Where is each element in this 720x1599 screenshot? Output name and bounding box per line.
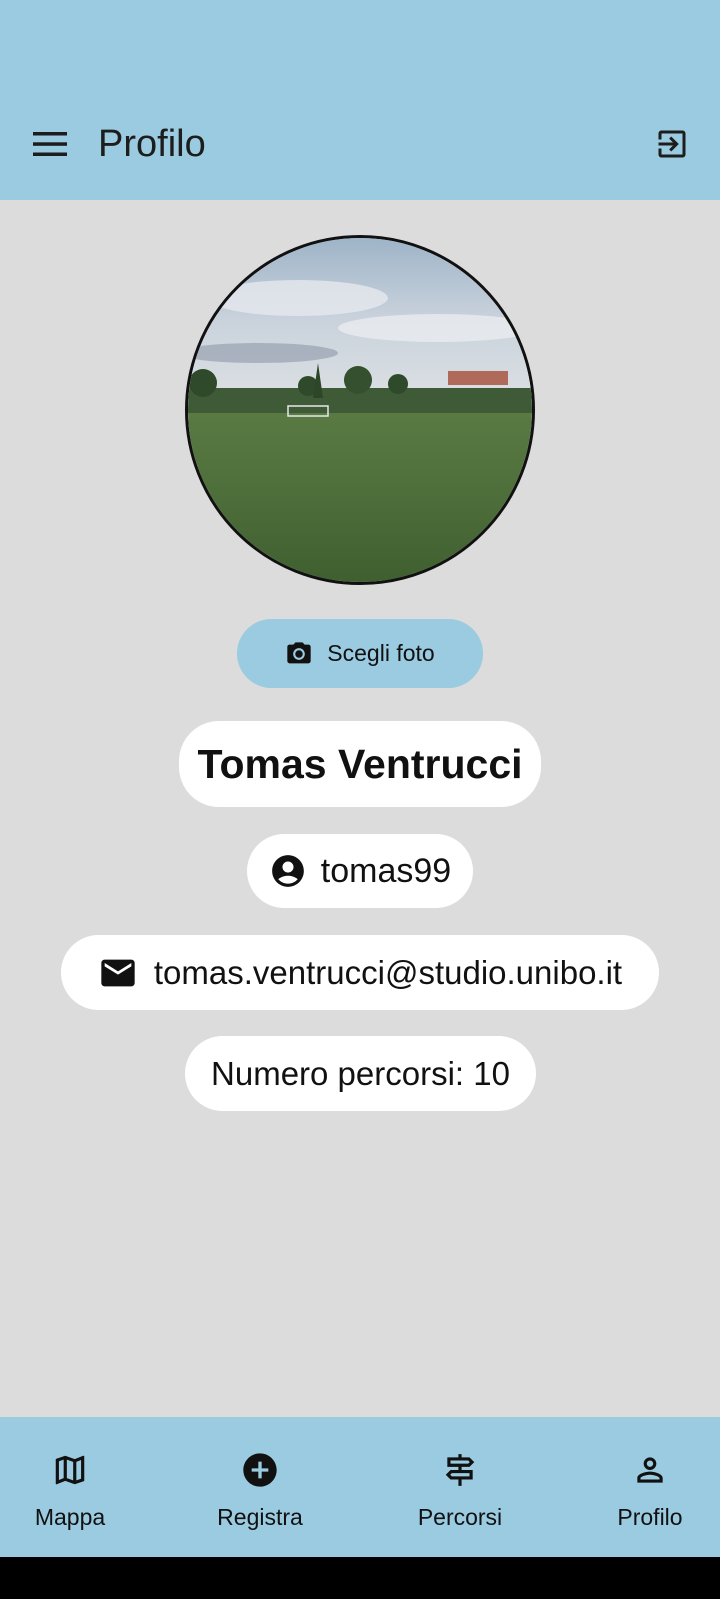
add-circle-icon: [243, 1453, 277, 1487]
full-name-card: Tomas Ventrucci: [179, 721, 541, 807]
nav-label-percorsi: Percorsi: [417, 1504, 503, 1530]
nav-item-mappa[interactable]: Mappa: [0, 1417, 160, 1557]
nav-label-registra: Registra: [217, 1504, 303, 1530]
map-icon: [55, 1455, 85, 1485]
top-app-bar: Profilo: [0, 0, 720, 200]
person-icon: [637, 1457, 663, 1483]
page-title: Profilo: [98, 123, 206, 165]
username-card: tomas99: [247, 834, 473, 908]
logout-button[interactable]: [650, 122, 694, 166]
camera-icon: [287, 641, 311, 663]
nav-item-percorsi[interactable]: Percorsi: [370, 1417, 550, 1557]
profile-avatar: [185, 235, 535, 585]
account-circle-icon: [271, 855, 304, 887]
routes-count: Numero percorsi: 10: [211, 1054, 510, 1092]
bottom-navigation: Mappa Registra Percorsi Profilo: [0, 1417, 720, 1557]
choose-photo-button[interactable]: Scegli foto: [237, 619, 483, 688]
menu-button[interactable]: [28, 122, 72, 166]
system-navigation-bar: [0, 1557, 720, 1599]
email-card: tomas.ventrucci@studio.unibo.it: [61, 935, 659, 1010]
username: tomas99: [320, 851, 452, 890]
email: tomas.ventrucci@studio.unibo.it: [153, 953, 623, 991]
signpost-icon: [445, 1454, 475, 1486]
full-name: Tomas Ventrucci: [197, 740, 523, 787]
mail-icon: [101, 959, 135, 986]
nav-label-mappa: Mappa: [34, 1504, 106, 1530]
logout-icon: [658, 130, 686, 158]
menu-icon: [33, 132, 67, 156]
choose-photo-label: Scegli foto: [327, 640, 435, 666]
nav-item-profilo[interactable]: Profilo: [560, 1417, 720, 1557]
nav-item-registra[interactable]: Registra: [170, 1417, 350, 1557]
nav-label-profilo: Profilo: [617, 1504, 683, 1530]
routes-count-card: Numero percorsi: 10: [185, 1036, 536, 1111]
